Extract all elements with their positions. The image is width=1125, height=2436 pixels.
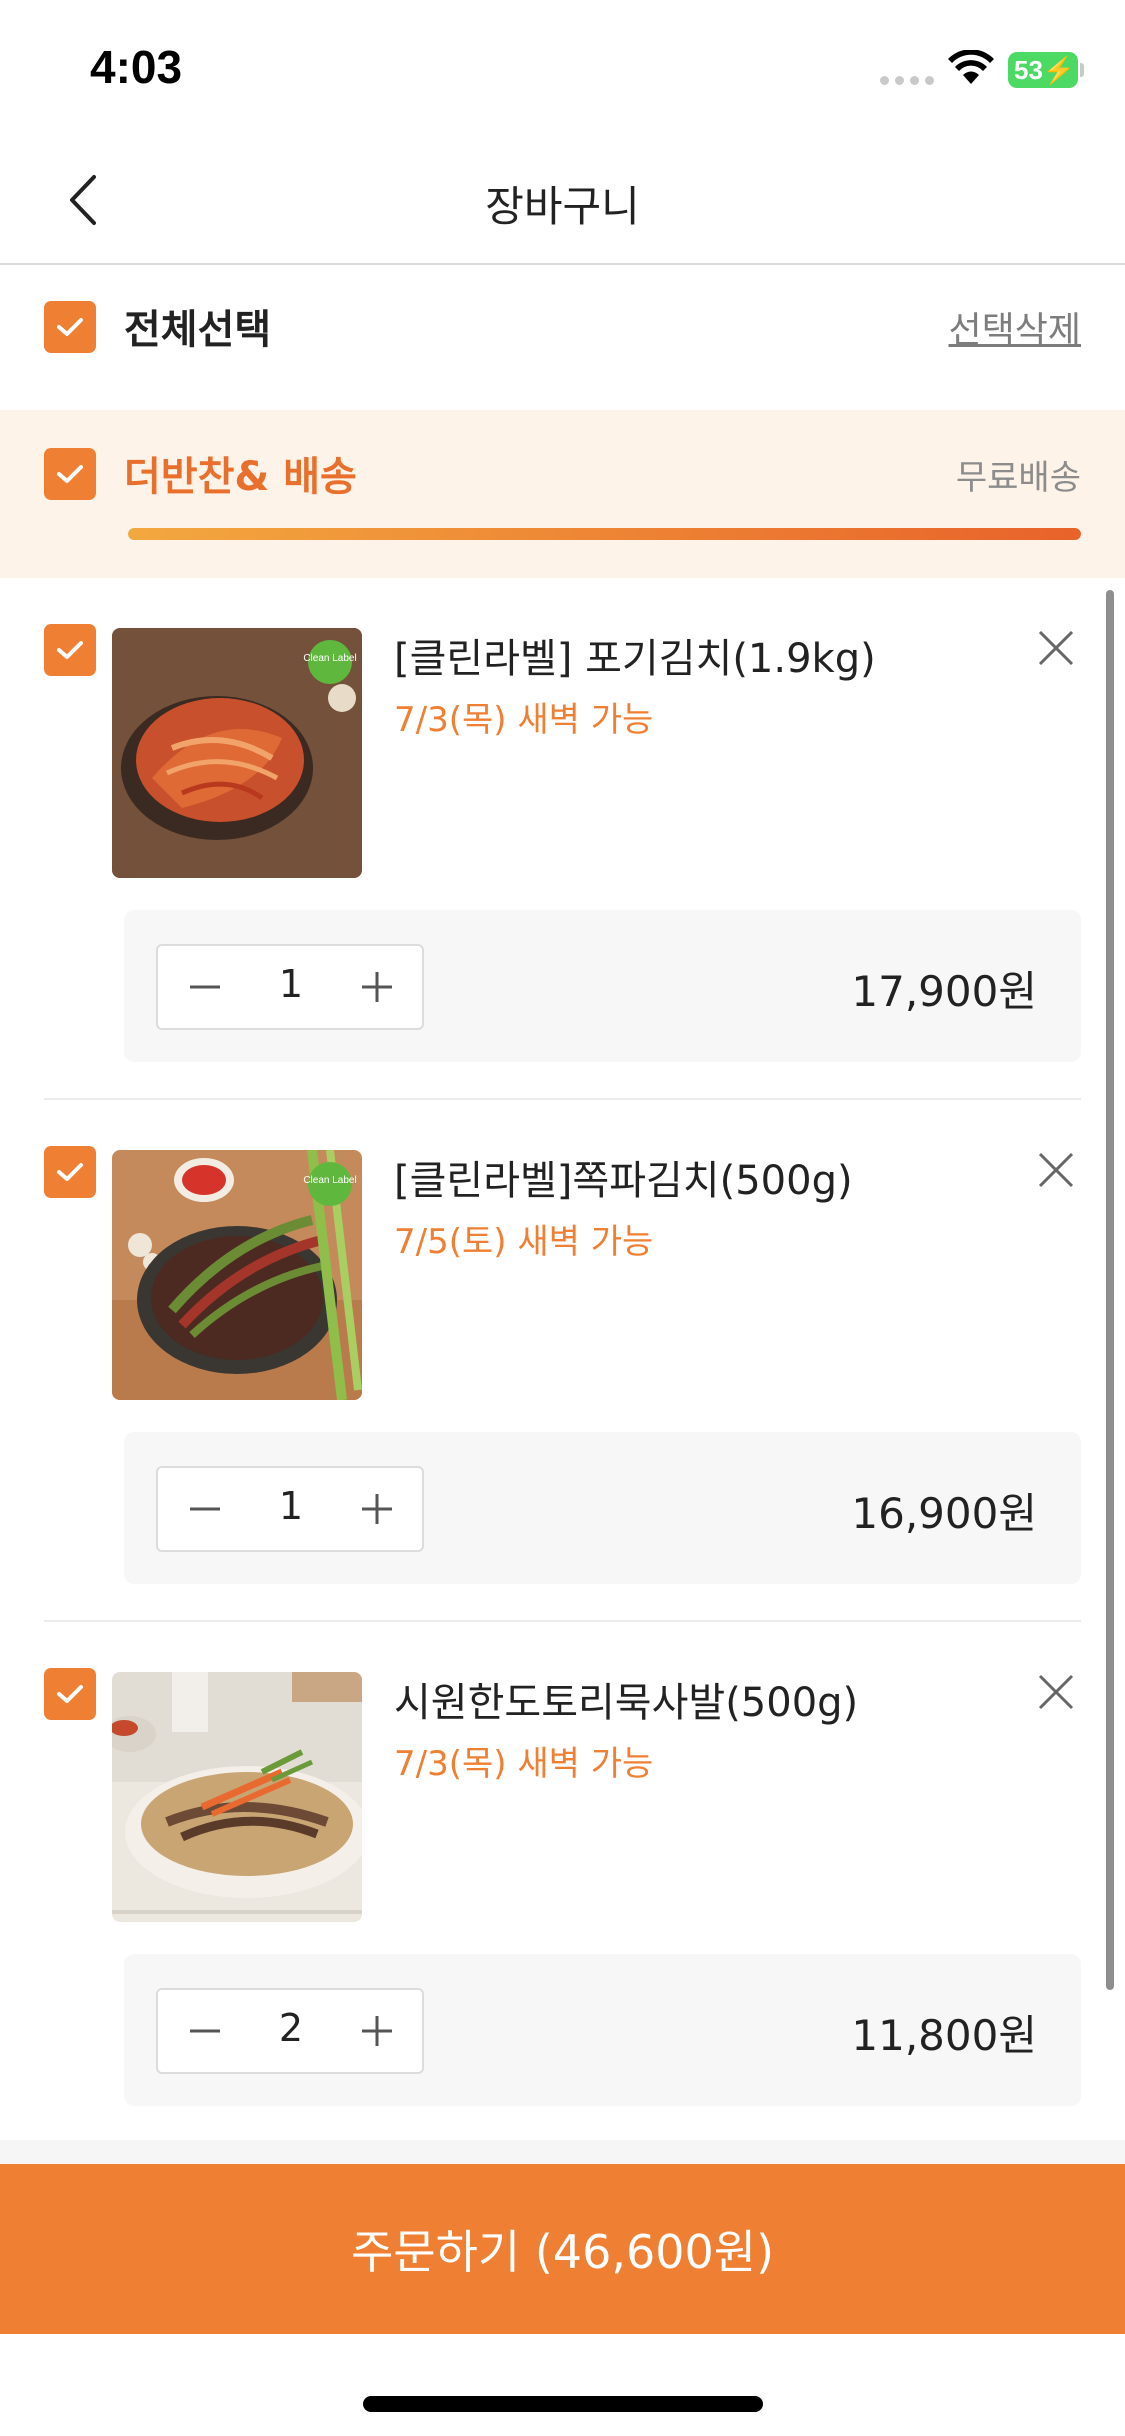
close-icon	[1038, 630, 1074, 666]
group-header: 더반찬& 배송 무료배송	[0, 410, 1125, 578]
item-delivery: 7/5(토) 새벽 가능	[394, 1222, 654, 1262]
increase-quantity-button[interactable]	[332, 946, 422, 1028]
status-time: 4:03	[90, 41, 183, 93]
battery-icon: 53⚡	[1008, 52, 1078, 88]
item-price: 16,900원	[851, 1489, 1037, 1538]
shipping-progress-bar	[128, 528, 1081, 540]
increase-quantity-button[interactable]	[332, 1990, 422, 2072]
shipping-progress-fill	[128, 528, 1081, 540]
quantity-value[interactable]: 2	[248, 2006, 334, 2050]
quantity-stepper: 2	[156, 1988, 424, 2074]
item-delivery: 7/3(목) 새벽 가능	[394, 1744, 654, 1784]
check-icon	[57, 641, 83, 659]
bottom-spacer	[0, 2140, 1125, 2164]
item-price: 11,800원	[851, 2011, 1037, 2060]
group-title: 더반찬& 배송	[124, 454, 357, 500]
close-icon	[1038, 1152, 1074, 1188]
remove-item-button[interactable]	[1036, 1672, 1076, 1712]
home-indicator[interactable]	[363, 2396, 763, 2412]
product-image[interactable]: Clean Label	[112, 1150, 362, 1400]
plus-icon	[362, 972, 392, 1002]
cart-item: Clean Label [클린라벨] 포기김치(1.9kg) 7/3(목) 새벽…	[0, 578, 1125, 1100]
quantity-value[interactable]: 1	[248, 1484, 334, 1528]
minus-icon	[190, 1507, 220, 1511]
minus-icon	[190, 985, 220, 989]
item-name[interactable]: [클린라벨] 포기김치(1.9kg)	[394, 626, 876, 684]
product-image[interactable]	[112, 1672, 362, 1922]
quantity-panel: 2 11,800원	[124, 1954, 1081, 2106]
page-title: 장바구니	[485, 182, 640, 231]
plus-icon	[362, 1494, 392, 1524]
select-all-label: 전체선택	[124, 307, 272, 353]
select-all-checkbox[interactable]	[44, 301, 96, 353]
cart-item: Clean Label [클린라벨]쪽파김치(500g) 7/5(토) 새벽 가…	[0, 1100, 1125, 1622]
plus-icon	[362, 2016, 392, 2046]
check-icon	[57, 318, 83, 336]
free-shipping-label: 무료배송	[955, 458, 1081, 498]
remove-item-button[interactable]	[1036, 1150, 1076, 1190]
item-checkbox[interactable]	[44, 1146, 96, 1198]
check-icon	[57, 1685, 83, 1703]
quantity-panel: 1 17,900원	[124, 910, 1081, 1062]
check-icon	[57, 1163, 83, 1181]
cellular-signal-icon	[880, 76, 934, 85]
status-bar: 4:03 53⚡	[0, 0, 1125, 135]
item-price: 17,900원	[851, 967, 1037, 1016]
item-name[interactable]: 시원한도토리묵사발(500g)	[394, 1670, 858, 1728]
decrease-quantity-button[interactable]	[158, 946, 248, 1028]
scroll-indicator[interactable]	[1106, 590, 1114, 1990]
close-icon	[1038, 1674, 1074, 1710]
decrease-quantity-button[interactable]	[158, 1468, 248, 1550]
quantity-stepper: 1	[156, 944, 424, 1030]
item-checkbox[interactable]	[44, 624, 96, 676]
battery-level: 53	[1014, 55, 1043, 85]
product-image[interactable]: Clean Label	[112, 628, 362, 878]
remove-item-button[interactable]	[1036, 628, 1076, 668]
quantity-panel: 1 16,900원	[124, 1432, 1081, 1584]
clean-label-badge: Clean Label	[303, 1175, 356, 1186]
wifi-icon	[948, 50, 994, 84]
delete-selected-link[interactable]: 선택삭제	[949, 301, 1081, 353]
increase-quantity-button[interactable]	[332, 1468, 422, 1550]
item-name[interactable]: [클린라벨]쪽파김치(500g)	[394, 1148, 853, 1206]
cart-item: 시원한도토리묵사발(500g) 7/3(목) 새벽 가능 2 11,800원	[0, 1622, 1125, 2144]
decrease-quantity-button[interactable]	[158, 1990, 248, 2072]
quantity-value[interactable]: 1	[248, 962, 334, 1006]
select-all-row: 전체선택 선택삭제	[0, 267, 1125, 407]
minus-icon	[190, 2029, 220, 2033]
battery-tip	[1080, 63, 1084, 77]
order-button[interactable]: 주문하기 (46,600원)	[0, 2164, 1125, 2334]
check-icon	[57, 465, 83, 483]
nav-bar: 장바구니	[0, 135, 1125, 265]
item-delivery: 7/3(목) 새벽 가능	[394, 700, 654, 740]
item-checkbox[interactable]	[44, 1668, 96, 1720]
group-checkbox[interactable]	[44, 448, 96, 500]
clean-label-badge: Clean Label	[303, 653, 356, 664]
quantity-stepper: 1	[156, 1466, 424, 1552]
